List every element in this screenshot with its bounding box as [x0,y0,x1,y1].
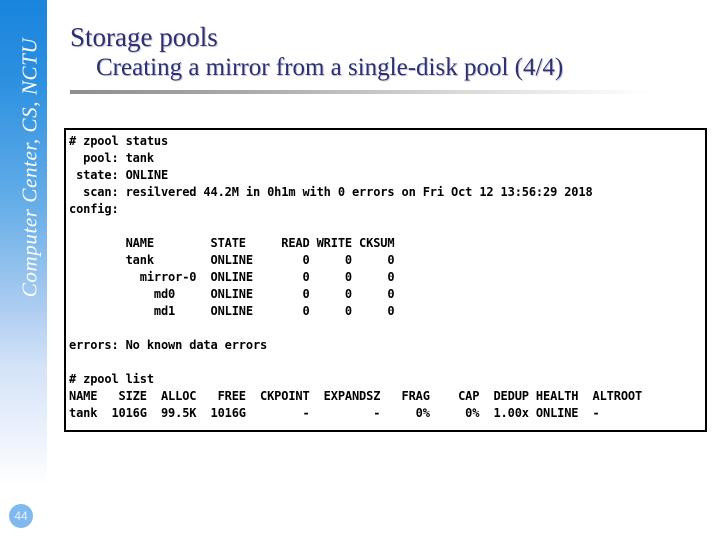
slide-number-badge: 44 [9,504,33,528]
branding-sidebar: Computer Center, CS, NCTU [0,0,47,540]
terminal-line: md0 ONLINE 0 0 0 [69,287,395,301]
page-title-sub: Creating a mirror from a single-disk poo… [96,54,564,81]
terminal-output-box: # zpool status pool: tank state: ONLINE … [64,128,707,432]
terminal-line: state: ONLINE [69,168,169,182]
title-divider [70,90,650,94]
terminal-line: scan: resilvered 44.2M in 0h1m with 0 er… [69,185,593,199]
terminal-line: # zpool status [69,134,169,148]
terminal-line: md1 ONLINE 0 0 0 [69,304,395,318]
terminal-line: pool: tank [69,151,154,165]
terminal-line: config: [69,202,119,216]
page-title-main: Storage pools [70,22,218,52]
terminal-line: tank 1016G 99.5K 1016G - - 0% 0% 1.00x O… [69,406,600,420]
terminal-line: errors: No known data errors [69,338,268,352]
terminal-line: mirror-0 ONLINE 0 0 0 [69,270,395,284]
terminal-line: # zpool list [69,372,154,386]
terminal-line: NAME STATE READ WRITE CKSUM [69,236,395,250]
sidebar-brand-label: Computer Center, CS, NCTU [17,37,42,298]
terminal-text: # zpool status pool: tank state: ONLINE … [69,133,642,422]
terminal-line: tank ONLINE 0 0 0 [69,253,395,267]
page-title: Storage pools Creating a mirror from a s… [70,22,710,83]
terminal-line: NAME SIZE ALLOC FREE CKPOINT EXPANDSZ FR… [69,389,643,403]
